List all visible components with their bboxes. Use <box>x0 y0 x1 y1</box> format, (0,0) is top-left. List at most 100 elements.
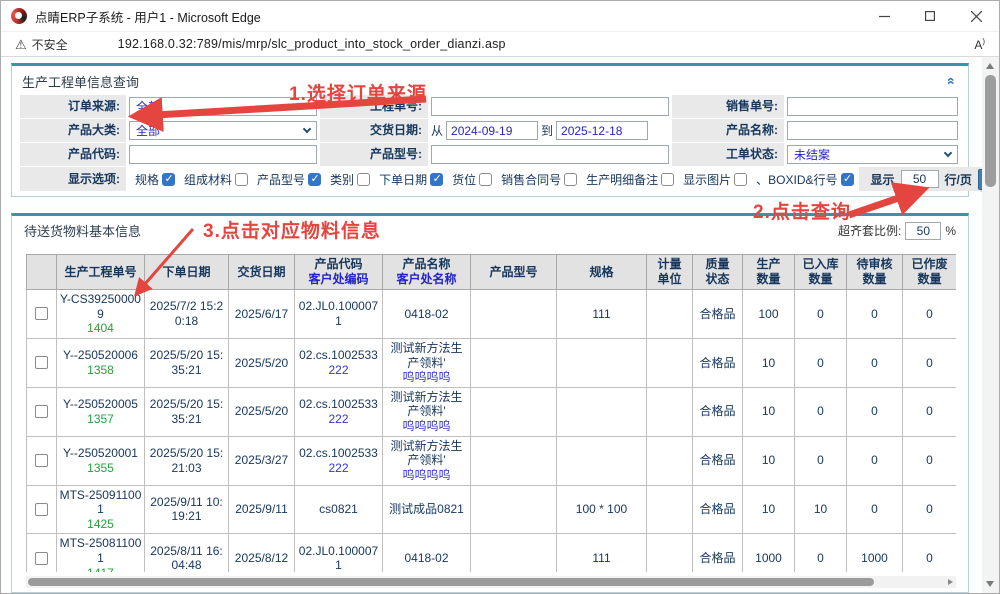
row-checkbox[interactable] <box>35 405 48 418</box>
checkbox-unchecked-icon[interactable] <box>661 173 674 186</box>
column-header-10: 生产数量 <box>743 255 795 290</box>
customer-name-link[interactable]: 呜呜呜呜 <box>385 419 468 434</box>
table-row[interactable]: Y--25052000113552025/5/20 15:21:032025/3… <box>27 436 957 485</box>
customer-code-link[interactable]: 222 <box>297 461 380 476</box>
collapse-panel-icon[interactable]: « <box>945 77 959 85</box>
row-checkbox[interactable] <box>35 356 48 369</box>
qty-produce-cell: 10 <box>743 436 795 485</box>
order-no-cell[interactable]: Y--2505200051357 <box>57 387 145 436</box>
window-title: 点睛ERP子系统 - 用户1 - Microsoft Edge <box>35 7 261 26</box>
display-option-2: 产品型号 <box>257 171 321 188</box>
checkbox-unchecked-icon[interactable] <box>357 173 370 186</box>
date-from-input[interactable] <box>446 121 538 140</box>
materials-table-wrap: 生产工程单号下单日期交货日期产品代码客户处编码产品名称客户处名称产品型号规格计量… <box>26 254 956 572</box>
materials-table: 生产工程单号下单日期交货日期产品代码客户处编码产品名称客户处名称产品型号规格计量… <box>26 254 956 572</box>
table-row[interactable]: Y--25052000513572025/5/20 15:35:212025/5… <box>27 387 957 436</box>
column-header-0 <box>27 255 57 290</box>
edge-logo-icon <box>11 8 27 24</box>
vertical-scrollbar[interactable] <box>982 57 999 593</box>
scroll-up-icon[interactable] <box>986 63 994 69</box>
project-no-input[interactable] <box>431 97 669 116</box>
checkbox-unchecked-icon[interactable] <box>564 173 577 186</box>
product-name-cell: 测试新方法生产领料'呜呜呜呜 <box>383 338 471 387</box>
product-code-cell: 02.JL0.1000071 <box>295 290 383 339</box>
column-header-7: 规格 <box>557 255 647 290</box>
row-checkbox[interactable] <box>35 454 48 467</box>
close-button[interactable] <box>953 1 999 31</box>
checkbox-unchecked-icon[interactable] <box>479 173 492 186</box>
quality-status-cell: 合格品 <box>693 387 743 436</box>
display-option-5: 货位 <box>452 171 492 188</box>
qty-produce-cell: 10 <box>743 338 795 387</box>
qty-pending-review-cell: 0 <box>847 290 903 339</box>
display-option-6: 销售合同号 <box>501 171 577 188</box>
scroll-right-icon[interactable] <box>948 579 953 585</box>
query-panel: 生产工程单信息查询 « 订单来源: 全部 工程单号: 销售单号: 产品大类: 全… <box>11 63 969 197</box>
minimize-button[interactable] <box>861 1 907 31</box>
customer-code-link[interactable]: 222 <box>297 412 380 427</box>
delivery-date-label: 交货日期: <box>320 119 428 142</box>
display-option-label: 下单日期 <box>379 171 427 188</box>
order-status-select[interactable]: 未结案 <box>787 145 958 164</box>
customer-name-link[interactable]: 呜呜呜呜 <box>385 370 468 385</box>
horizontal-scrollbar-thumb[interactable] <box>28 578 874 586</box>
read-aloud-icon[interactable]: A) <box>974 37 985 52</box>
scroll-down-icon[interactable] <box>986 581 994 587</box>
title-bar: 点睛ERP子系统 - 用户1 - Microsoft Edge <box>1 1 999 31</box>
order-source-select[interactable]: 全部 <box>129 97 317 116</box>
qty-pending-review-cell: 0 <box>847 436 903 485</box>
column-header-6: 产品型号 <box>471 255 557 290</box>
customer-code-link[interactable]: 222 <box>297 363 380 378</box>
table-row[interactable]: MTS-25091100114252025/9/11 10:19:212025/… <box>27 485 957 534</box>
horizontal-scrollbar[interactable] <box>26 576 956 588</box>
product-name-input[interactable] <box>787 121 958 140</box>
product-name-cell: 测试新方法生产领料'呜呜呜呜 <box>383 387 471 436</box>
product-category-label: 产品大类: <box>20 119 126 142</box>
table-row[interactable]: MTS-25081100114172025/8/11 16:04:482025/… <box>27 534 957 572</box>
checkbox-unchecked-icon[interactable] <box>734 173 747 186</box>
product-name-cell: 测试新方法生产领料'呜呜呜呜 <box>383 436 471 485</box>
product-code-label: 产品代码: <box>20 143 126 166</box>
display-option-label: 组成材料 <box>184 171 232 188</box>
table-row[interactable]: Y--25052000613582025/5/20 15:35:212025/5… <box>27 338 957 387</box>
order-no-cell[interactable]: MTS-2508110011417 <box>57 534 145 572</box>
display-option-label: 类别 <box>330 171 354 188</box>
row-checkbox[interactable] <box>35 307 48 320</box>
ratio-label: 超齐套比例: <box>838 222 901 239</box>
maximize-button[interactable] <box>907 1 953 31</box>
vertical-scrollbar-thumb[interactable] <box>985 75 996 187</box>
checkbox-checked-icon[interactable] <box>162 173 175 186</box>
column-header-11: 已入库数量 <box>795 255 847 290</box>
rows-per-page-input[interactable] <box>901 170 939 188</box>
order-no-cell[interactable]: Y--2505200011355 <box>57 436 145 485</box>
order-no-cell[interactable]: Y-CS3925000091404 <box>57 290 145 339</box>
customer-name-link[interactable]: 呜呜呜呜 <box>385 468 468 483</box>
row-checkbox[interactable] <box>35 503 48 516</box>
order-no-cell[interactable]: Y--2505200061358 <box>57 338 145 387</box>
url-text[interactable]: 192.168.0.32:789/mis/mrp/slc_product_int… <box>118 37 506 51</box>
order-status-label: 工单状态: <box>672 143 784 166</box>
product-code-input[interactable] <box>129 145 317 164</box>
address-bar[interactable]: ⚠ 不安全 192.168.0.32:789/mis/mrp/slc_produ… <box>1 31 999 57</box>
checkbox-unchecked-icon[interactable] <box>235 173 248 186</box>
checkbox-checked-icon[interactable] <box>841 173 854 186</box>
product-category-select[interactable]: 全部 <box>129 121 317 140</box>
delivery-date-cell: 2025/8/12 <box>229 534 295 572</box>
page-content: 生产工程单信息查询 « 订单来源: 全部 工程单号: 销售单号: 产品大类: 全… <box>1 57 999 593</box>
qty-in-stock-cell: 0 <box>795 290 847 339</box>
spec-cell: 111 <box>557 534 647 572</box>
checkbox-checked-icon[interactable] <box>308 173 321 186</box>
date-to-input[interactable] <box>556 121 648 140</box>
order-source-label: 订单来源: <box>20 95 126 118</box>
chevron-down-icon <box>303 125 311 133</box>
product-model-input[interactable] <box>431 145 669 164</box>
ratio-input[interactable] <box>905 222 941 240</box>
quality-status-cell: 合格品 <box>693 436 743 485</box>
order-no-cell[interactable]: MTS-2509110011425 <box>57 485 145 534</box>
qty-pending-review-cell: 1000 <box>847 534 903 572</box>
order-date-cell: 2025/8/11 16:04:48 <box>145 534 229 572</box>
sales-no-input[interactable] <box>787 97 958 116</box>
table-row[interactable]: Y-CS39250000914042025/7/2 15:20:182025/6… <box>27 290 957 339</box>
checkbox-checked-icon[interactable] <box>430 173 443 186</box>
row-checkbox[interactable] <box>35 552 48 565</box>
